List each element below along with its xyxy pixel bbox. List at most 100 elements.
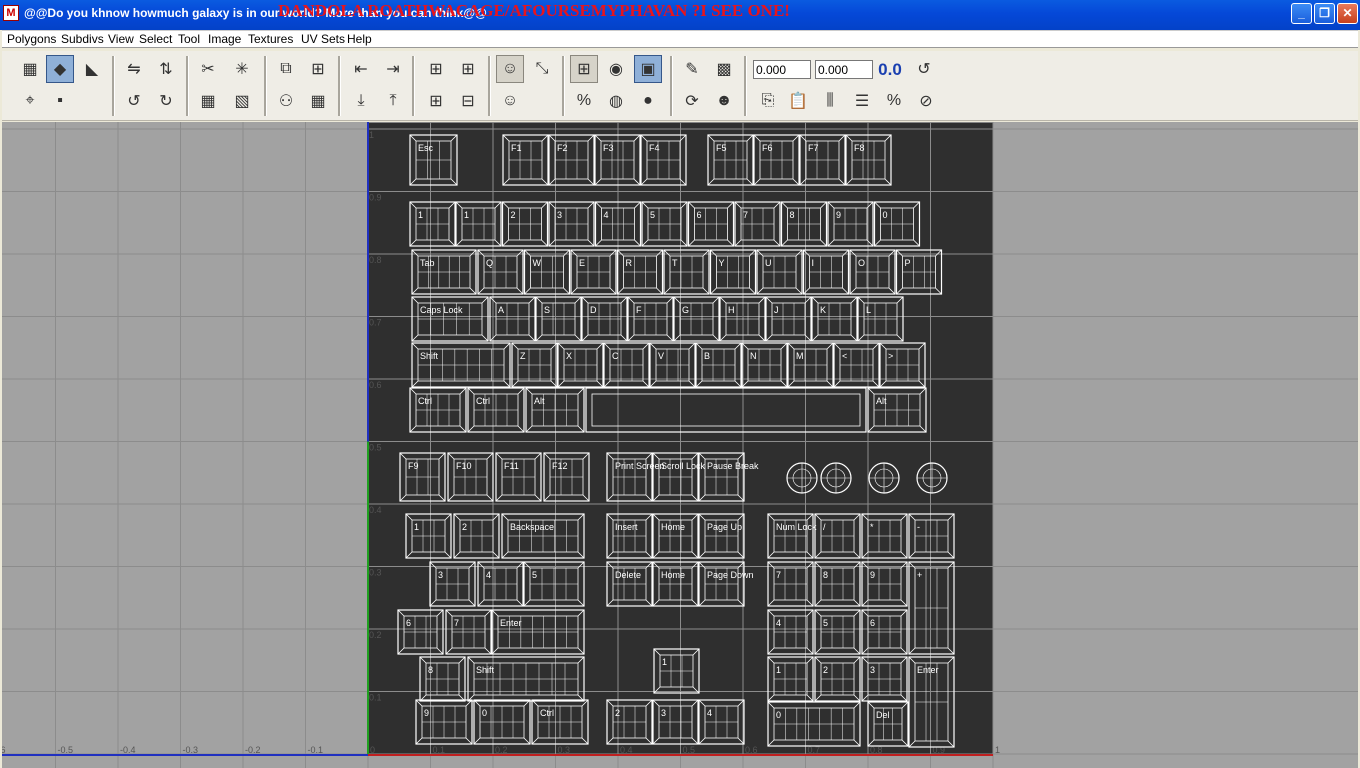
minimize-button[interactable]: _ — [1291, 3, 1312, 24]
checker-blue-icon[interactable]: ▦ — [194, 87, 222, 115]
texture-display-icon[interactable]: ◉ — [602, 55, 630, 83]
key-label: 4 — [707, 708, 712, 718]
key-label: 1 — [418, 210, 423, 220]
menu-textures[interactable]: Textures — [248, 32, 293, 46]
key-label: 0 — [776, 710, 781, 720]
key-label: 0 — [883, 210, 888, 220]
select-tool-icon[interactable]: ⌖ — [16, 87, 44, 115]
stop-icon[interactable]: ⊘ — [912, 87, 940, 115]
grid-icon[interactable]: ⊞ — [422, 55, 450, 83]
shaded-uv-icon[interactable]: ◣ — [78, 55, 106, 83]
uv-editor-toolbar: ▦ ◆ ◣ ⇋ ⇅ ✂ ✳ ⧉ ⊞ ⇤ ⇥ ⊞ ⊞ ☺ ⤡ ⊞ ◉ ▣ ✎ ▩ ↺ ⌖ ▪ ↺ ↻ ▦ ▧ ⚇ ▦ ⤓ ⤒ ⊞ ⊟ ☺% ◍ ● ⟳ ☻… — [2, 51, 1358, 121]
checker-relax-icon[interactable]: ▧ — [228, 87, 256, 115]
key-label: S — [544, 305, 550, 315]
menu-select[interactable]: Select — [139, 32, 172, 46]
key-label: F8 — [854, 143, 865, 153]
key-label: F5 — [716, 143, 727, 153]
key-label: Esc — [418, 143, 434, 153]
isolate-select-icon[interactable]: ◆ — [46, 55, 74, 83]
psd-icon[interactable]: ▩ — [710, 55, 738, 83]
zero-uv-button[interactable]: 0.0 — [876, 56, 904, 84]
paste-u-icon[interactable]: ⫼ — [816, 87, 844, 115]
close-button[interactable]: ✕ — [1337, 3, 1358, 24]
user-gray-icon[interactable]: ☺ — [496, 87, 524, 115]
rotate-ccw-icon[interactable]: ↺ — [120, 87, 148, 115]
display-grid-icon[interactable]: ⊞ — [570, 55, 598, 83]
menu-tool[interactable]: Tool — [178, 32, 200, 46]
uv-texture-viewport[interactable]: -.6-0.5-0.4-0.3-0.2-0.100.10.20.30.40.50… — [2, 122, 1358, 768]
paste-uv-icon[interactable]: 📋 — [784, 87, 812, 115]
dim-image-icon[interactable]: ▣ — [634, 55, 662, 83]
maximize-button[interactable]: ❐ — [1314, 3, 1335, 24]
paint-tool-icon[interactable]: ✎ — [678, 55, 706, 83]
key-label: M — [796, 351, 804, 361]
x-axis-label: 0.5 — [683, 745, 696, 755]
u-value-field[interactable] — [753, 60, 811, 79]
key-label: E — [579, 258, 585, 268]
key-label: Z — [520, 351, 526, 361]
key-label: P — [905, 258, 911, 268]
blue-square-icon[interactable]: ▪ — [46, 87, 74, 115]
y-axis-label: 0.7 — [369, 318, 382, 328]
key-label: Delete — [615, 570, 641, 580]
rgb-channels-icon[interactable]: ◍ — [602, 87, 630, 115]
menu-uv-sets[interactable]: UV Sets — [301, 32, 345, 46]
align-top-icon[interactable]: ⤒ — [379, 87, 407, 115]
key-label: J — [774, 305, 779, 315]
texture-grid-icon[interactable]: ▦ — [304, 87, 332, 115]
key-label: F1 — [511, 143, 522, 153]
grid-snap-icon[interactable]: ⊞ — [304, 55, 332, 83]
key-label: 8 — [790, 210, 795, 220]
menu-image[interactable]: Image — [208, 32, 241, 46]
title-bar: M @@Do you khnow howmuch galaxy is in ou… — [0, 0, 1360, 30]
rotate-cw-icon[interactable]: ↻ — [152, 87, 180, 115]
maya-icon[interactable]: M — [3, 5, 19, 21]
align-right-icon[interactable]: ⇥ — [379, 55, 407, 83]
refresh-icon[interactable]: ⟳ — [678, 87, 706, 115]
key-label: 2 — [823, 665, 828, 675]
move-uv-icon[interactable]: ⤡ — [528, 55, 556, 83]
checker-map-icon[interactable]: ▦ — [16, 55, 44, 83]
toolbar-separator — [338, 56, 341, 116]
flip-v-icon[interactable]: ⇅ — [152, 55, 180, 83]
menu-subdivs[interactable]: Subdivs — [61, 32, 104, 46]
percent-icon[interactable]: % — [570, 87, 598, 115]
grid-alt-icon[interactable]: ⊞ — [422, 87, 450, 115]
cut-uv-icon[interactable]: ✂ — [194, 55, 222, 83]
align-bottom-icon[interactable]: ⤓ — [347, 87, 375, 115]
flip-u-icon[interactable]: ⇋ — [120, 55, 148, 83]
user-face-icon[interactable]: ☺ — [496, 55, 524, 83]
x-axis-label: -0.2 — [245, 745, 261, 755]
layout-uv-icon[interactable]: ⧉ — [272, 55, 300, 83]
hierarchy-icon[interactable]: ⚇ — [272, 87, 300, 115]
undo-percent-icon[interactable]: ↺ — [910, 55, 938, 83]
unfold-icon[interactable]: ✳ — [228, 55, 256, 83]
v-value-field[interactable] — [815, 60, 873, 79]
menu-view[interactable]: View — [108, 32, 134, 46]
copy-uv-icon[interactable]: ⎘ — [754, 87, 782, 115]
menu-help[interactable]: Help — [347, 32, 372, 46]
subtract-grid-icon[interactable]: ⊟ — [454, 87, 482, 115]
y-axis-label: 0.1 — [369, 693, 382, 703]
key-label: 3 — [438, 570, 443, 580]
x-axis-label: -0.3 — [183, 745, 199, 755]
paste-v-icon[interactable]: ☰ — [848, 87, 876, 115]
user-dark-icon[interactable]: ☻ — [710, 87, 738, 115]
key-label: Page Down — [707, 570, 754, 580]
key-label: Home — [661, 570, 685, 580]
key-label: * — [870, 522, 874, 532]
percent-alt-icon[interactable]: % — [880, 87, 908, 115]
add-grid-icon[interactable]: ⊞ — [454, 55, 482, 83]
x-axis-label: -0.4 — [120, 745, 136, 755]
key-label: Tab — [420, 258, 435, 268]
uv-layout-canvas[interactable]: -.6-0.5-0.4-0.3-0.2-0.100.10.20.30.40.50… — [2, 122, 1358, 768]
white-circle-icon[interactable]: ● — [634, 87, 662, 115]
x-axis-label: 0 — [370, 745, 375, 755]
key-label: 7 — [743, 210, 748, 220]
y-axis-label: 1 — [369, 130, 374, 140]
menu-polygons[interactable]: Polygons — [7, 32, 56, 46]
key-label: Ctrl — [476, 396, 490, 406]
key-label: D — [590, 305, 597, 315]
align-left-icon[interactable]: ⇤ — [347, 55, 375, 83]
key-label: 6 — [697, 210, 702, 220]
